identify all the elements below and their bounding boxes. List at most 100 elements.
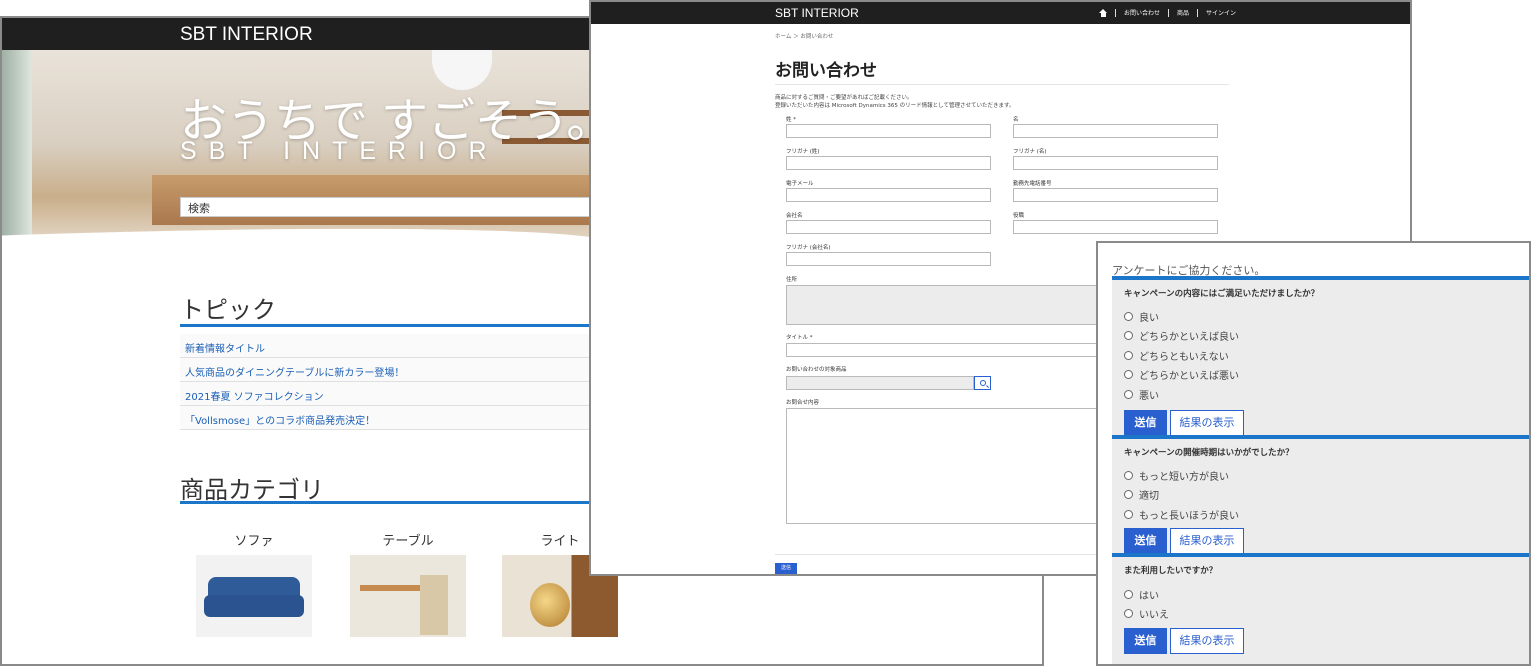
topic-link[interactable]: 人気商品のダイニングテーブルに新カラー登場！ [180,358,600,382]
radio-button[interactable] [1124,351,1133,360]
kana-company-field[interactable] [786,252,991,266]
job-title-label: 役職 [1013,213,1025,219]
sofa-image[interactable] [196,555,312,637]
radio-button[interactable] [1124,490,1133,499]
radio-button[interactable] [1124,331,1133,340]
category-table[interactable]: テーブル [350,530,466,637]
option-label: 適切 [1139,491,1159,502]
send-button[interactable]: 送信 [1124,528,1167,554]
portal-brand[interactable]: SBT INTERIOR [180,24,313,46]
description-line: 登録いただいた内容は Microsoft Dynamics 365 のリード情報… [775,103,1015,109]
radio-option[interactable]: もっと短い方が良い [1124,468,1229,483]
nav-item-signin[interactable]: サインイン [1206,8,1236,17]
question-title: キャンペーンの内容にはご満足いただけましたか？ [1124,289,1320,299]
product-lookup-field[interactable] [786,376,974,390]
radio-option[interactable]: 適切 [1124,487,1159,502]
show-results-button[interactable]: 結果の表示 [1170,628,1244,654]
send-button[interactable]: 送信 [1124,628,1167,654]
nav-item-contact[interactable]: お問い合わせ [1124,8,1160,17]
option-label: どちらかといえば悪い [1139,371,1239,382]
first-name-field[interactable] [1013,124,1218,138]
show-results-button[interactable]: 結果の表示 [1170,410,1244,436]
kana-last-field[interactable] [786,156,991,170]
subject-label: タイトル * [786,335,813,341]
email-label: 電子メール [786,181,814,187]
hero-subhead: SBT INTERIOR [180,137,499,165]
radio-option[interactable]: 良い [1124,309,1159,324]
nav-separator [1168,8,1170,17]
title-divider [775,84,1229,85]
survey-window: アンケートにご協力ください。 キャンペーンの内容にはご満足いただけましたか？ 良… [1096,241,1531,666]
product-lookup-button[interactable] [974,376,991,390]
address-field[interactable] [786,285,1106,325]
home-icon[interactable] [1099,8,1107,17]
topic-link[interactable]: 2021春夏 ソファコレクション [180,382,600,406]
last-name-label: 姓 * [786,117,796,123]
radio-button[interactable] [1124,510,1133,519]
question-title: キャンペーンの開催時期はいかがでしたか？ [1124,448,1294,458]
categories-divider [180,501,600,504]
radio-option[interactable]: 悪い [1124,387,1159,402]
topics-divider [180,324,600,327]
work-phone-label: 勤務先電話番号 [1013,181,1052,187]
radio-option[interactable]: はい [1124,587,1159,602]
survey-question-1: キャンペーンの内容にはご満足いただけましたか？ 良い どちらかといえば良い どち… [1112,276,1529,436]
contact-topbar: SBT INTERIOR お問い合わせ 商品 サインイン [591,2,1410,24]
radio-option[interactable]: もっと長いほうが良い [1124,507,1239,522]
screenshot-canvas: SBT INTERIOR おうちで すごそう。 SBT INTERIOR 検索 … [0,0,1531,666]
details-label: お問合せ内容 [786,400,820,406]
topic-link[interactable]: 「Vollsmose」とのコラボ商品発売決定！ [180,406,600,430]
hero-photo-window [2,50,32,250]
radio-button[interactable] [1124,312,1133,321]
submit-button[interactable]: 送信 [775,563,797,574]
work-phone-field[interactable] [1013,188,1218,202]
first-name-label: 名 [1013,117,1019,123]
survey-question-2: キャンペーンの開催時期はいかがでしたか？ もっと短い方が良い 適切 もっと長いほ… [1112,435,1529,554]
radio-button[interactable] [1124,471,1133,480]
survey-question-3: また利用したいですか？ はい いいえ 送信 結果の表示 [1112,553,1529,664]
kana-last-label: フリガナ (姓) [786,149,820,155]
nav-separator [1115,8,1116,17]
description-line: 商品に対するご質問・ご要望があればご記載ください。 [775,95,913,101]
kana-first-field[interactable] [1013,156,1218,170]
option-label: 悪い [1139,391,1159,402]
topics-heading: トピック [180,297,276,324]
radio-button[interactable] [1124,370,1133,379]
option-label: どちらともいえない [1139,352,1229,363]
company-label: 会社名 [786,213,803,219]
radio-option[interactable]: どちらかといえば悪い [1124,367,1239,382]
search-input[interactable]: 検索 [180,197,600,217]
radio-option[interactable]: どちらともいえない [1124,348,1229,363]
radio-option[interactable]: どちらかといえば良い [1124,328,1239,343]
table-image[interactable] [350,555,466,637]
radio-button[interactable] [1124,609,1133,618]
option-label: もっと短い方が良い [1139,472,1229,483]
option-label: どちらかといえば良い [1139,332,1239,343]
category-label: テーブル [382,534,434,549]
option-label: もっと長いほうが良い [1139,511,1239,522]
company-field[interactable] [786,220,991,234]
nav-separator [1197,8,1199,17]
nav-item-products[interactable]: 商品 [1177,8,1189,17]
breadcrumb[interactable]: ホーム ＞ お問い合わせ [775,32,833,40]
email-field[interactable] [786,188,991,202]
job-title-field[interactable] [1013,220,1218,234]
last-name-field[interactable] [786,124,991,138]
page-title: お問い合わせ [775,61,877,81]
radio-button[interactable] [1124,590,1133,599]
details-textarea[interactable] [786,408,1106,524]
radio-button[interactable] [1124,390,1133,399]
show-results-button[interactable]: 結果の表示 [1170,528,1244,554]
send-button[interactable]: 送信 [1124,410,1167,436]
topic-link[interactable]: 新着情報タイトル [180,334,600,358]
kana-first-label: フリガナ (名) [1013,149,1047,155]
option-label: いいえ [1139,610,1169,621]
contact-nav: お問い合わせ 商品 サインイン [1099,8,1236,17]
category-sofa[interactable]: ソファ [196,530,312,637]
contact-brand[interactable]: SBT INTERIOR [775,6,859,20]
option-label: はい [1139,591,1159,602]
subject-field[interactable] [786,343,1106,357]
radio-option[interactable]: いいえ [1124,606,1169,621]
topics-list: 新着情報タイトル 人気商品のダイニングテーブルに新カラー登場！ 2021春夏 ソ… [180,334,600,430]
category-label: ソファ [234,534,274,549]
